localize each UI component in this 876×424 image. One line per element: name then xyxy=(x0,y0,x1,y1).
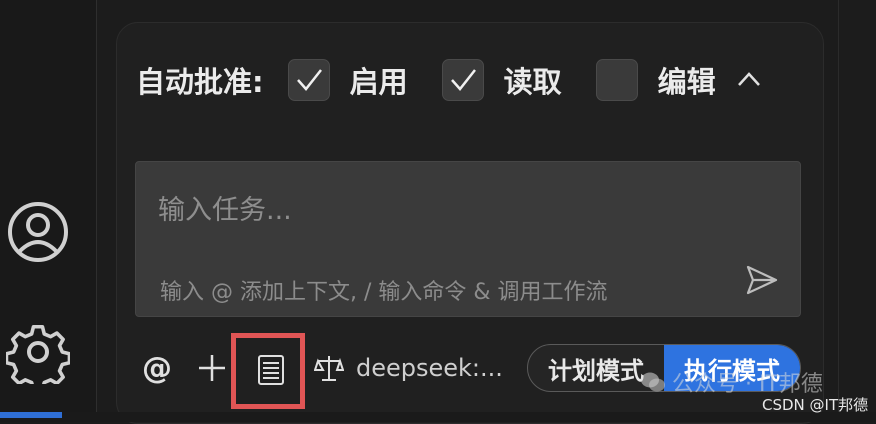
plus-icon[interactable] xyxy=(194,350,230,386)
balance-scale-icon xyxy=(314,356,344,381)
highlight-annotation xyxy=(231,333,305,409)
bottom-bar xyxy=(0,412,876,422)
csdn-watermark: CSDN @IT邦德 xyxy=(762,396,869,414)
enable-checkbox[interactable] xyxy=(287,59,330,101)
read-label[interactable]: 读取 xyxy=(504,59,562,101)
model-label: deepseek:... xyxy=(356,354,503,382)
model-selector[interactable]: deepseek:... xyxy=(314,350,503,386)
task-input-placeholder: 输入任务... xyxy=(158,195,292,226)
checkmark-icon xyxy=(296,69,322,91)
edit-label[interactable]: 编辑 xyxy=(658,59,716,101)
account-icon[interactable] xyxy=(6,200,70,264)
enable-label[interactable]: 启用 xyxy=(350,59,408,101)
input-hint: 输入 @ 添加上下文, / 输入命令 & 调用工作流 xyxy=(160,280,608,305)
read-checkbox[interactable] xyxy=(441,59,484,101)
chevron-up-icon[interactable] xyxy=(734,65,764,95)
bottom-accent xyxy=(0,412,62,418)
auto-approve-label: 自动批准: xyxy=(136,65,264,99)
auto-approve-row: 自动批准: 启用 读取 编辑 xyxy=(136,56,816,104)
checkmark-icon xyxy=(450,69,476,91)
edit-checkbox[interactable] xyxy=(595,59,638,101)
wechat-icon xyxy=(641,372,665,392)
task-input[interactable]: 输入任务... 输入 @ 添加上下文, / 输入命令 & 调用工作流 xyxy=(135,161,801,317)
send-icon[interactable] xyxy=(744,262,780,298)
mention-button[interactable]: @ xyxy=(140,350,174,386)
